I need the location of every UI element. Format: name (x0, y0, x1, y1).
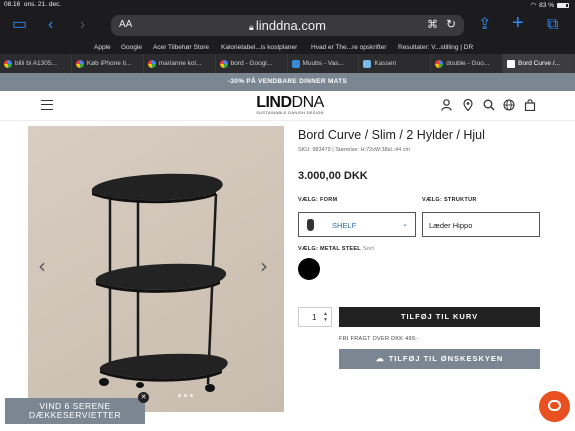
bookmark-acer[interactable]: Acer Tilbehør Store (153, 44, 209, 51)
cart-bag-icon[interactable] (524, 99, 536, 114)
free-shipping-note: FRI FRAGT OVER DKK 499,- (339, 336, 420, 342)
bookmark-dr[interactable]: Resultater: V...stilling | DR (398, 44, 473, 51)
store-locator-icon[interactable] (463, 98, 473, 114)
chat-button[interactable] (539, 391, 570, 422)
gallery-dot[interactable] (190, 394, 193, 397)
add-to-cart-button[interactable]: TILFØJ TIL KURV (339, 307, 540, 327)
product-image-gallery[interactable]: ‹ › (28, 126, 284, 412)
cloud-icon: ☁ (375, 354, 385, 363)
form-label: VÆLG: FORM (298, 197, 338, 203)
chevron-down-icon: ⌄ (402, 221, 408, 228)
tab-bord-curve[interactable]: Bord Curve /... (503, 54, 575, 73)
product-meta: SKU: 983479 | Størrelse: H:72xW:38xL:44 … (298, 147, 410, 153)
bookmark-hvad-er[interactable]: Hvad er The...re opskrifter (311, 44, 386, 51)
share-icon[interactable]: ⇪ (478, 16, 491, 34)
product-title: Bord Curve / Slim / 2 Hylder / Hjul (298, 128, 485, 142)
product-price: 3.000,00 DKK (298, 170, 368, 182)
language-globe-icon[interactable] (503, 99, 515, 114)
quantity-spinner-icon[interactable]: ▲ ▼ (323, 311, 328, 323)
bookmarks-bar: Apple Google Acer Tilbehør Store Kalorie… (0, 42, 575, 54)
structure-label: VÆLG: STRUKTUR (422, 197, 477, 203)
chat-bubble-icon (548, 400, 561, 411)
gallery-dot[interactable] (184, 394, 187, 397)
structure-select[interactable]: Læder Hippo (422, 212, 540, 237)
google-icon (4, 59, 12, 68)
logo[interactable]: LINDDNA SUSTAINABLE DANISH DESIGN (250, 94, 330, 115)
bookmark-google[interactable]: Google (121, 44, 142, 51)
bookmark-apple[interactable]: Apple (94, 44, 111, 51)
form-select-value: SHELF (332, 221, 357, 230)
tab-muubs[interactable]: Muubs - Vas... (288, 54, 360, 73)
tab-bord-google[interactable]: bord - Googl... (216, 54, 288, 73)
tab-kassen[interactable]: Kassen (359, 54, 432, 73)
metal-label: VÆLG: METAL STEEL Sort (298, 246, 375, 252)
linddna-icon (507, 59, 516, 68)
structure-select-value: Læder Hippo (429, 221, 473, 230)
tab-kob-iphone[interactable]: Køb iPhone ti... (72, 54, 144, 73)
new-tab-icon[interactable]: + (512, 13, 524, 33)
gallery-pagination[interactable] (178, 394, 193, 397)
translate-icon[interactable]: ⌘ (427, 18, 438, 31)
quantity-value: 1 (312, 313, 317, 322)
forward-icon[interactable]: › (80, 16, 85, 34)
status-time: 08.16 ons. 21. dec. (4, 1, 62, 8)
gallery-dot[interactable] (178, 394, 181, 397)
google-icon (219, 59, 228, 68)
site-header: LINDDNA SUSTAINABLE DANISH DESIGN (0, 91, 575, 121)
address-bar[interactable]: AA 🔒︎ linddna.com ⌘ ↻ (111, 15, 464, 36)
google-icon (147, 59, 156, 68)
tab-marianne[interactable]: marianne kol... (144, 54, 216, 73)
google-icon (435, 59, 444, 68)
bookmark-kalorietabel[interactable]: Kalorietabel...is kostplaner (221, 44, 297, 51)
battery-percent: 83 % (539, 1, 554, 9)
product-image-table (91, 173, 228, 392)
kassen-icon (363, 59, 372, 68)
search-icon[interactable] (483, 99, 495, 114)
tab-strip: billi bi A1305... Køb iPhone ti... maria… (0, 54, 575, 73)
reload-icon[interactable]: ↻ (446, 17, 456, 31)
status-bar: 08.16 ons. 21. dec. ◠ 83 % (0, 0, 575, 10)
back-icon[interactable]: ‹ (48, 16, 53, 34)
giveaway-popup[interactable]: VIND 6 SERENE DÆKKESERVIETTER (5, 398, 145, 424)
close-icon[interactable]: ✕ (138, 392, 149, 403)
tab-billi-bi[interactable]: billi bi A1305... (0, 54, 72, 73)
lock-icon: 🔒︎ (249, 22, 254, 32)
metal-swatch-black[interactable] (298, 258, 320, 280)
add-to-wishlist-button[interactable]: ☁ TILFØJ TIL ØNSKESKYEN (339, 349, 540, 369)
gallery-next-arrow[interactable]: › (260, 254, 268, 278)
url-text: 🔒︎ linddna.com (249, 18, 326, 33)
battery-icon (557, 2, 569, 8)
menu-icon[interactable] (41, 100, 53, 110)
google-icon (75, 59, 84, 68)
shelf-shape-icon (307, 219, 314, 231)
form-select[interactable]: SHELF ⌄ (298, 212, 416, 237)
quantity-stepper[interactable]: 1 ▲ ▼ (298, 307, 332, 327)
battery-indicator: ◠ 83 % (530, 1, 569, 9)
wifi-icon: ◠ (530, 2, 537, 9)
promo-banner[interactable]: -30% PÅ VENDBARE DINNER MATS (0, 73, 575, 91)
sidebar-icon[interactable]: ▭ (12, 16, 27, 34)
muubs-icon (291, 59, 300, 68)
browser-toolbar: ▭ ‹ › AA 🔒︎ linddna.com ⌘ ↻ ⇪ + ⧉ (0, 10, 575, 42)
tabs-overview-icon[interactable]: ⧉ (547, 16, 558, 34)
tab-double[interactable]: double - Goo... (431, 54, 504, 73)
account-icon[interactable] (441, 99, 452, 114)
gallery-prev-arrow[interactable]: ‹ (38, 254, 46, 278)
